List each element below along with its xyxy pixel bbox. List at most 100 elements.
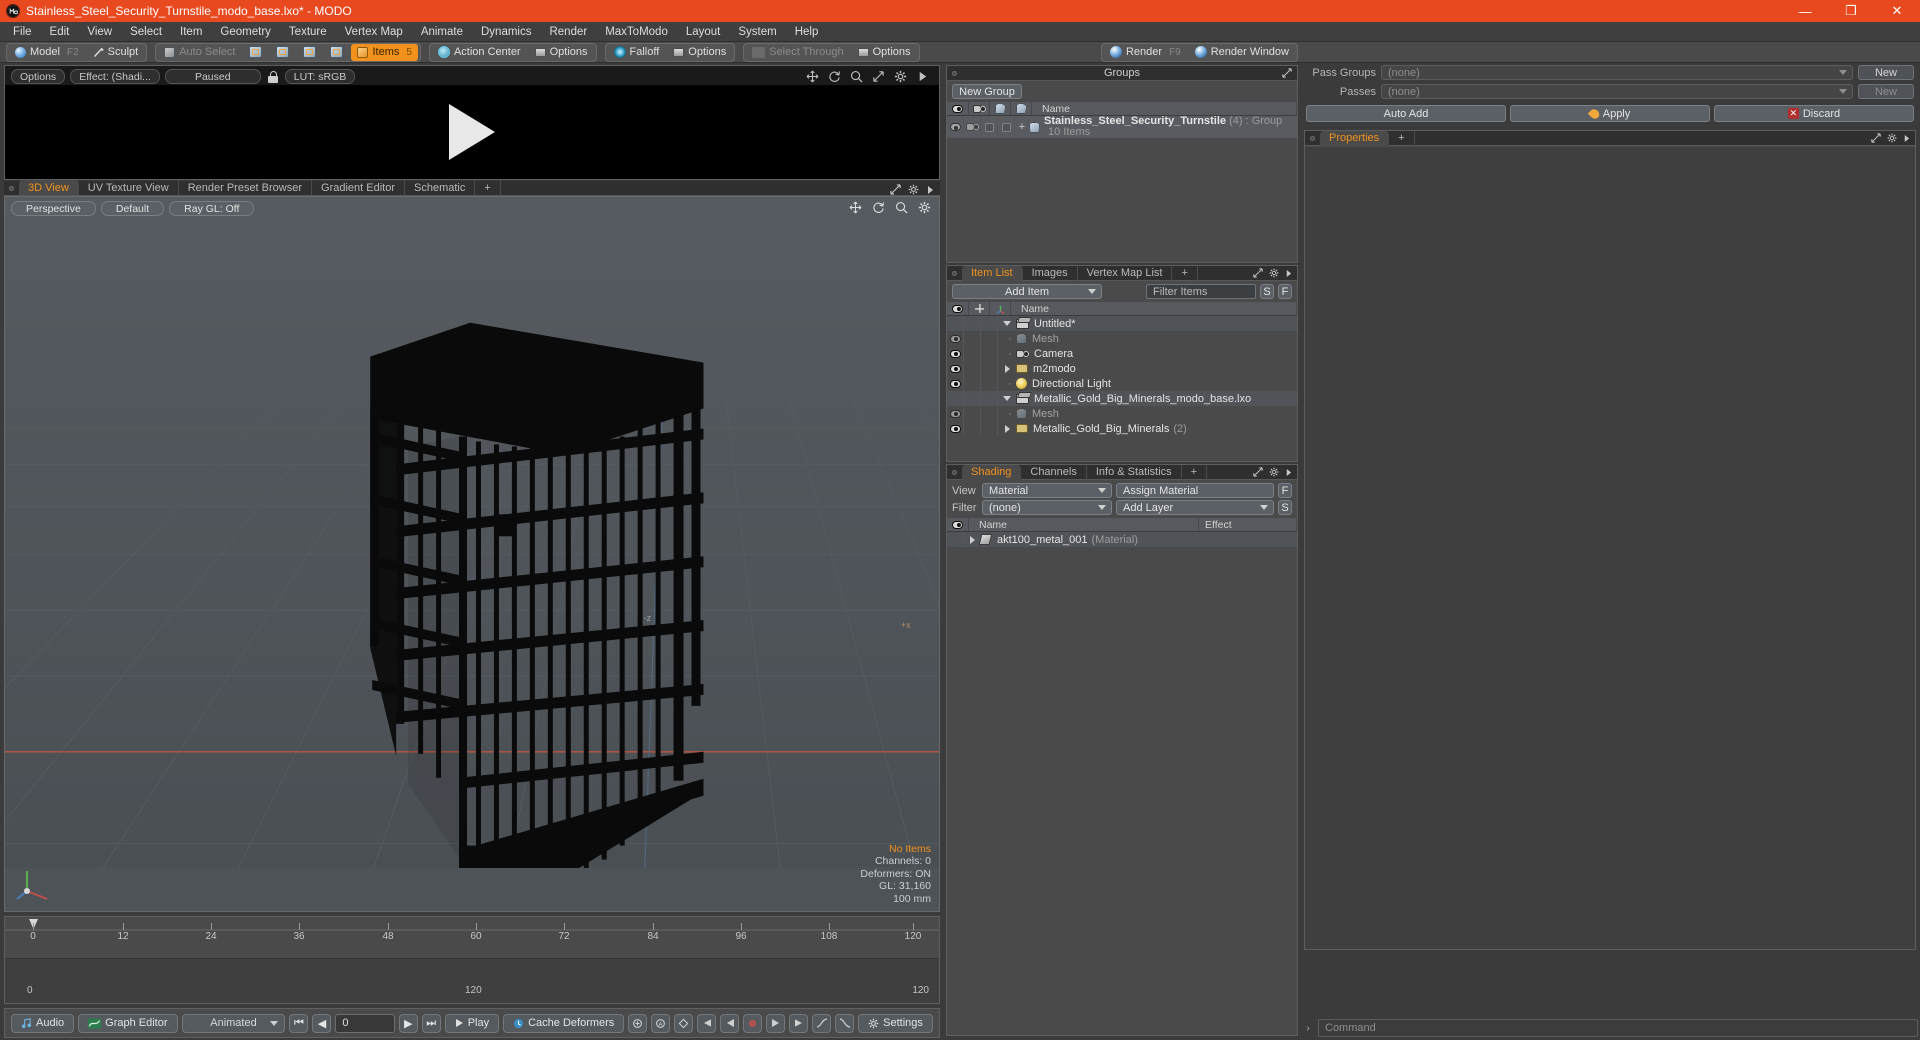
list-item[interactable]: Metallic_Gold_Big_Minerals (2) xyxy=(947,421,1297,436)
maximize-panel-icon[interactable] xyxy=(890,184,901,195)
preview-options-button[interactable]: Options xyxy=(11,69,66,84)
row-shade-cell[interactable] xyxy=(981,116,998,138)
auto-select-button[interactable]: Auto Select xyxy=(158,44,241,61)
assign-material-button[interactable]: Assign Material xyxy=(1116,483,1274,498)
row-eye-cell[interactable] xyxy=(947,316,964,331)
key-mode-button[interactable] xyxy=(628,1013,648,1033)
set-key-button[interactable] xyxy=(674,1013,694,1033)
filter-f-button[interactable]: F xyxy=(1278,284,1292,299)
model-mode-button[interactable]: Model F2 xyxy=(9,44,85,61)
auto-add-button[interactable]: Auto Add xyxy=(1306,105,1506,122)
preview-effect-button[interactable]: Effect: (Shadi... xyxy=(70,69,160,84)
expander-right-icon[interactable] xyxy=(998,364,1016,373)
play-button[interactable]: Play xyxy=(444,1013,500,1033)
filter-s-button[interactable]: S xyxy=(1260,284,1274,299)
items-mode-button[interactable]: Items 5 xyxy=(351,43,418,61)
menu-texture[interactable]: Texture xyxy=(280,24,336,40)
arrow-right-icon[interactable] xyxy=(916,70,929,83)
rotate-icon[interactable] xyxy=(872,201,885,214)
polygon-mode-button[interactable] xyxy=(297,44,322,61)
row-eye-cell[interactable] xyxy=(947,391,964,406)
key-prev-button[interactable] xyxy=(720,1013,740,1033)
row-eye-cell[interactable] xyxy=(947,376,964,391)
minimize-button[interactable]: — xyxy=(1782,0,1828,22)
menu-edit[interactable]: Edit xyxy=(41,24,79,40)
panel-menu-dot[interactable] xyxy=(9,186,14,191)
timeline-range-bar[interactable]: 0 120 120 xyxy=(5,983,939,996)
row-eye-cell[interactable] xyxy=(947,421,964,436)
gear-icon[interactable] xyxy=(1887,133,1897,143)
tab-vertex-map-list[interactable]: Vertex Map List xyxy=(1078,265,1173,281)
row-eye-cell[interactable] xyxy=(947,346,964,361)
tab-gradient-editor[interactable]: Gradient Editor xyxy=(312,180,405,195)
gear-icon[interactable] xyxy=(1269,467,1279,477)
curve-out-button[interactable] xyxy=(835,1013,855,1033)
row-eye-cell[interactable] xyxy=(947,116,964,138)
row-render-cell[interactable] xyxy=(998,116,1015,138)
audio-button[interactable]: Audio xyxy=(11,1013,75,1033)
tab-render-preset-browser[interactable]: Render Preset Browser xyxy=(179,180,313,195)
discard-button[interactable]: ✕ Discard xyxy=(1714,105,1914,122)
panel-menu-dot[interactable] xyxy=(952,70,957,76)
transport-first-button[interactable]: ⏮ xyxy=(289,1013,309,1033)
select-through-options-button[interactable]: Options xyxy=(852,44,917,61)
filter-items-input[interactable]: Filter Items xyxy=(1146,284,1256,299)
properties-content-area[interactable] xyxy=(1305,147,1915,949)
render-button[interactable]: Render F9 xyxy=(1104,44,1187,61)
arrow-right-icon[interactable] xyxy=(1285,269,1292,278)
edge-mode-button[interactable] xyxy=(270,44,295,61)
menu-maxtomodo[interactable]: MaxToModo xyxy=(596,24,677,40)
tab-3d-view[interactable]: 3D View xyxy=(19,180,79,195)
resize-icon[interactable] xyxy=(872,70,885,83)
passes-new-button[interactable]: New xyxy=(1858,84,1914,99)
menu-select[interactable]: Select xyxy=(121,24,171,40)
tab-add-button[interactable]: + xyxy=(1182,464,1208,480)
viewport-raygl-button[interactable]: Ray GL: Off xyxy=(169,201,255,216)
list-item[interactable]: · Directional Light xyxy=(947,376,1297,391)
menu-dynamics[interactable]: Dynamics xyxy=(472,24,540,40)
menu-animate[interactable]: Animate xyxy=(412,24,472,40)
add-item-button[interactable]: Add Item xyxy=(952,284,1102,299)
table-row[interactable]: + Stainless_Steel_Security_Turnstile (4)… xyxy=(947,116,1297,138)
frame-number-field[interactable]: 0 xyxy=(335,1013,395,1033)
tab-add-button[interactable]: + xyxy=(1172,265,1198,281)
cache-deformers-button[interactable]: Cache Deformers xyxy=(503,1013,625,1033)
play-triangle-icon[interactable] xyxy=(449,104,495,160)
tab-add-button[interactable]: + xyxy=(475,180,501,195)
filter-dropdown[interactable]: (none) xyxy=(982,500,1112,515)
row-eye-cell[interactable] xyxy=(947,532,964,547)
tab-shading[interactable]: Shading xyxy=(962,464,1022,480)
animated-dropdown[interactable]: Animated xyxy=(181,1013,286,1033)
settings-button[interactable]: Settings xyxy=(858,1013,933,1033)
move-icon[interactable] xyxy=(849,201,862,214)
tab-uv-texture-view[interactable]: UV Texture View xyxy=(79,180,179,195)
material-mode-button[interactable] xyxy=(324,44,349,61)
expander-right-icon[interactable] xyxy=(964,535,980,544)
gear-icon[interactable] xyxy=(918,201,931,214)
curve-in-button[interactable] xyxy=(812,1013,832,1033)
list-item[interactable]: · Mesh xyxy=(947,406,1297,421)
key-range-end-button[interactable] xyxy=(789,1013,809,1033)
menu-render[interactable]: Render xyxy=(540,24,596,40)
gear-icon[interactable] xyxy=(1269,268,1279,278)
maximize-panel-icon[interactable] xyxy=(1871,133,1881,143)
preview-lut-button[interactable]: LUT: sRGB xyxy=(284,69,356,84)
maximize-button[interactable]: ❐ xyxy=(1828,0,1874,22)
transport-next-button[interactable]: ▶ xyxy=(398,1013,418,1033)
close-button[interactable]: ✕ xyxy=(1874,0,1920,22)
row-eye-cell[interactable] xyxy=(947,331,964,346)
render-window-button[interactable]: Render Window xyxy=(1189,44,1295,61)
tab-schematic[interactable]: Schematic xyxy=(405,180,476,195)
timeline-panel[interactable]: 0 12 24 36 48 60 72 84 96 108 120 0 120 … xyxy=(4,916,940,1004)
add-layer-dropdown[interactable]: Add Layer xyxy=(1116,500,1274,515)
action-center-button[interactable]: Action Center xyxy=(432,44,527,61)
arrow-right-icon[interactable] xyxy=(1903,134,1910,143)
panel-menu-dot[interactable] xyxy=(952,469,957,475)
key-range-start-button[interactable] xyxy=(697,1013,717,1033)
assign-f-button[interactable]: F xyxy=(1278,483,1292,498)
pass-groups-dropdown[interactable]: (none) xyxy=(1381,65,1853,80)
command-expand-icon[interactable]: › xyxy=(1302,1023,1314,1034)
apply-button[interactable]: Apply xyxy=(1510,105,1710,122)
falloff-button[interactable]: Falloff xyxy=(608,44,666,61)
list-item[interactable]: · Camera xyxy=(947,346,1297,361)
